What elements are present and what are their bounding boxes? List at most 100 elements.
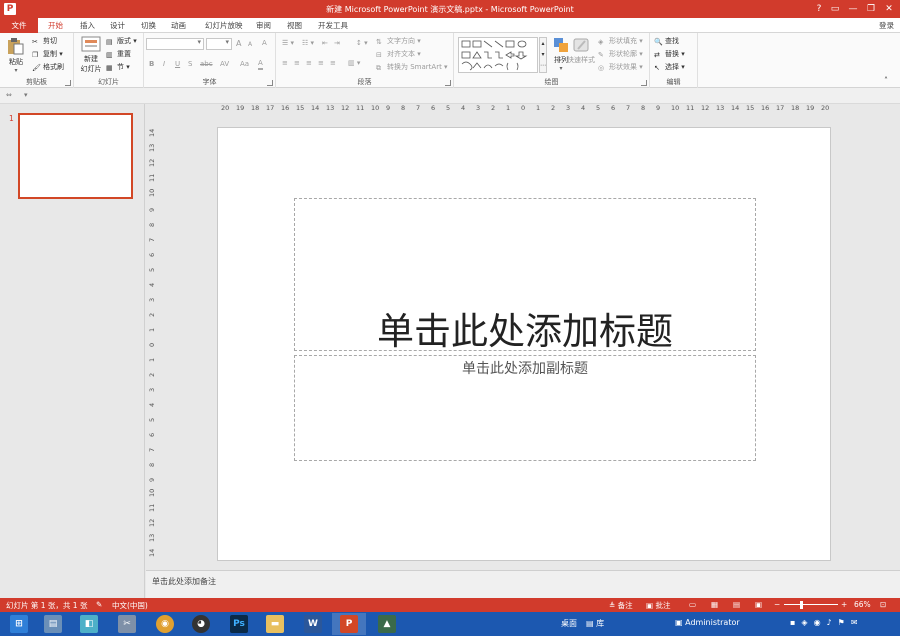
slideshow-view-icon[interactable]: ▣ [755,600,762,609]
select-button[interactable]: ↖ 选择 ▾ [654,62,685,73]
cut-button[interactable]: ✂ 剪切 [32,36,57,47]
tab-review[interactable]: 审阅 [256,20,271,31]
columns-icon[interactable]: ▥ ▾ [348,58,360,69]
shapes-gallery[interactable] [458,37,538,73]
pin-icon[interactable]: ⇔ [6,90,12,101]
tab-transitions[interactable]: 切换 [141,20,156,31]
tab-animations[interactable]: 动画 [171,20,186,31]
quick-styles-button[interactable]: 快速样式 [566,37,596,77]
login-link[interactable]: 登录 [879,20,894,31]
justify-icon[interactable]: ≡ [318,58,324,69]
decrease-indent-icon[interactable]: ⇤ [322,38,328,49]
italic-button[interactable]: I [163,59,165,70]
customize-qat-icon[interactable]: ▾ [24,90,28,101]
taskbar-user[interactable]: ▣ Administrator [675,618,740,627]
underline-button[interactable]: U [175,59,180,70]
notes-toggle-button[interactable]: ≜ 备注 [609,600,633,611]
character-spacing-button[interactable]: AV [220,59,229,70]
tab-slideshow[interactable]: 幻灯片放映 [205,20,243,31]
taskbar-app-store[interactable]: ◧ [72,613,106,635]
tab-developer[interactable]: 开发工具 [318,20,348,31]
change-case-button[interactable]: Aa [240,59,249,70]
format-painter-button[interactable]: 🖌 格式刷 [32,62,64,73]
taskbar-app-photoshop[interactable]: Ps [222,613,256,635]
shrink-font-icon[interactable]: A [248,39,252,50]
reset-button[interactable]: ▥ 重置 [106,49,131,60]
zoom-out-button[interactable]: − [774,600,780,609]
new-slide-button[interactable]: 新建 幻灯片 [78,36,104,76]
align-center-icon[interactable]: ≡ [294,58,300,69]
taskbar-app-other[interactable]: ▲ [370,613,404,635]
shape-effects-button[interactable]: ◎ 形状效果 ▾ [598,62,643,73]
shape-fill-button[interactable]: ◈ 形状填充 ▾ [598,36,643,47]
smartart-button[interactable]: ⧉ 转换为 SmartArt ▾ [376,62,448,73]
slide-count-status[interactable]: 幻灯片 第 1 张，共 1 张 [6,600,87,611]
tab-insert[interactable]: 插入 [80,20,95,31]
start-button[interactable]: ⊞ [2,613,36,635]
zoom-level[interactable]: 66% [854,600,871,609]
taskbar-app-calculator[interactable]: ▤ [36,613,70,635]
align-right-icon[interactable]: ≡ [306,58,312,69]
font-name-combo[interactable] [146,38,204,50]
notes-pane[interactable]: 单击此处添加备注 [146,570,900,598]
collapse-ribbon-icon[interactable]: ˄ [884,75,888,86]
tab-file[interactable]: 文件 [0,18,38,33]
zoom-slider-thumb[interactable] [799,601,803,609]
align-left-icon[interactable]: ≡ [282,58,288,69]
zoom-slider-track[interactable] [784,604,838,605]
clipboard-launcher-icon[interactable] [65,80,71,86]
taskbar-app-word[interactable]: W [296,613,330,635]
slide-canvas[interactable]: 单击此处添加标题 单击此处添加副标题 [217,127,831,561]
strikethrough-button[interactable]: abc [200,59,213,70]
paragraph-launcher-icon[interactable] [445,80,451,86]
help-button[interactable]: ? [812,2,826,16]
taskbar-desktop[interactable]: 桌面 [561,618,577,629]
taskbar-app-chrome[interactable]: ◉ [148,613,182,635]
comments-toggle-button[interactable]: ▣ 批注 [646,600,670,611]
normal-view-icon[interactable]: ▭ [689,600,696,609]
ribbon-display-icon[interactable]: ▭ [828,2,842,16]
minimize-button[interactable]: — [846,2,860,16]
paste-button[interactable]: 粘贴 ▾ [6,37,26,77]
taskbar-app-explorer[interactable]: ▬ [258,613,292,635]
shadow-button[interactable]: S [188,59,192,70]
taskbar-app-qq[interactable]: ◕ [184,613,218,635]
font-launcher-icon[interactable] [267,80,273,86]
title-placeholder[interactable]: 单击此处添加标题 [294,198,756,353]
bold-button[interactable]: B [149,59,154,70]
slide-thumbnail-1[interactable] [18,113,133,199]
font-size-combo[interactable] [206,38,232,50]
find-button[interactable]: 🔍 查找 [654,36,679,47]
grow-font-icon[interactable]: A [236,38,241,49]
distributed-icon[interactable]: ≡ [330,58,336,69]
copy-button[interactable]: ❐ 复制 ▾ [32,49,63,60]
clear-formatting-icon[interactable]: A [262,38,267,49]
text-direction-button[interactable]: ⇅ 文字方向 ▾ [376,36,421,47]
line-spacing-icon[interactable]: ↕ ▾ [356,38,368,49]
bullets-icon[interactable]: ☰ ▾ [282,38,294,49]
replace-button[interactable]: ⇄ 替换 ▾ [654,49,685,60]
align-text-button[interactable]: ⊟ 对齐文本 ▾ [376,49,421,60]
zoom-in-button[interactable]: + [841,600,847,609]
numbering-icon[interactable]: ☷ ▾ [302,38,314,49]
font-color-button[interactable]: A [258,59,263,70]
drawing-launcher-icon[interactable] [641,80,647,86]
maximize-button[interactable]: ❐ [864,2,878,16]
tab-design[interactable]: 设计 [110,20,125,31]
spellcheck-icon[interactable]: ✎ [96,600,102,609]
shape-outline-button[interactable]: ✎ 形状轮廓 ▾ [598,49,643,60]
subtitle-placeholder[interactable]: 单击此处添加副标题 [294,355,756,461]
layout-button[interactable]: ▤ 版式 ▾ [106,36,137,47]
increase-indent-icon[interactable]: ⇥ [334,38,340,49]
language-status[interactable]: 中文(中国) [112,600,148,611]
system-tray-icons[interactable]: ▪◈◉♪⚑✉ [790,618,864,627]
slide-sorter-icon[interactable]: ▦ [711,600,718,609]
tab-view[interactable]: 视图 [287,20,302,31]
fit-slide-icon[interactable]: ⊡ [880,600,886,609]
taskbar-app-powerpoint[interactable]: P [332,613,366,635]
shapes-scroll[interactable]: ▴ ▾ ⋯ [539,37,547,73]
close-button[interactable]: ✕ [882,2,896,16]
taskbar-library[interactable]: ▤ 库 [586,618,604,629]
tab-home[interactable]: 开始 [48,20,63,31]
reading-view-icon[interactable]: ▤ [733,600,740,609]
